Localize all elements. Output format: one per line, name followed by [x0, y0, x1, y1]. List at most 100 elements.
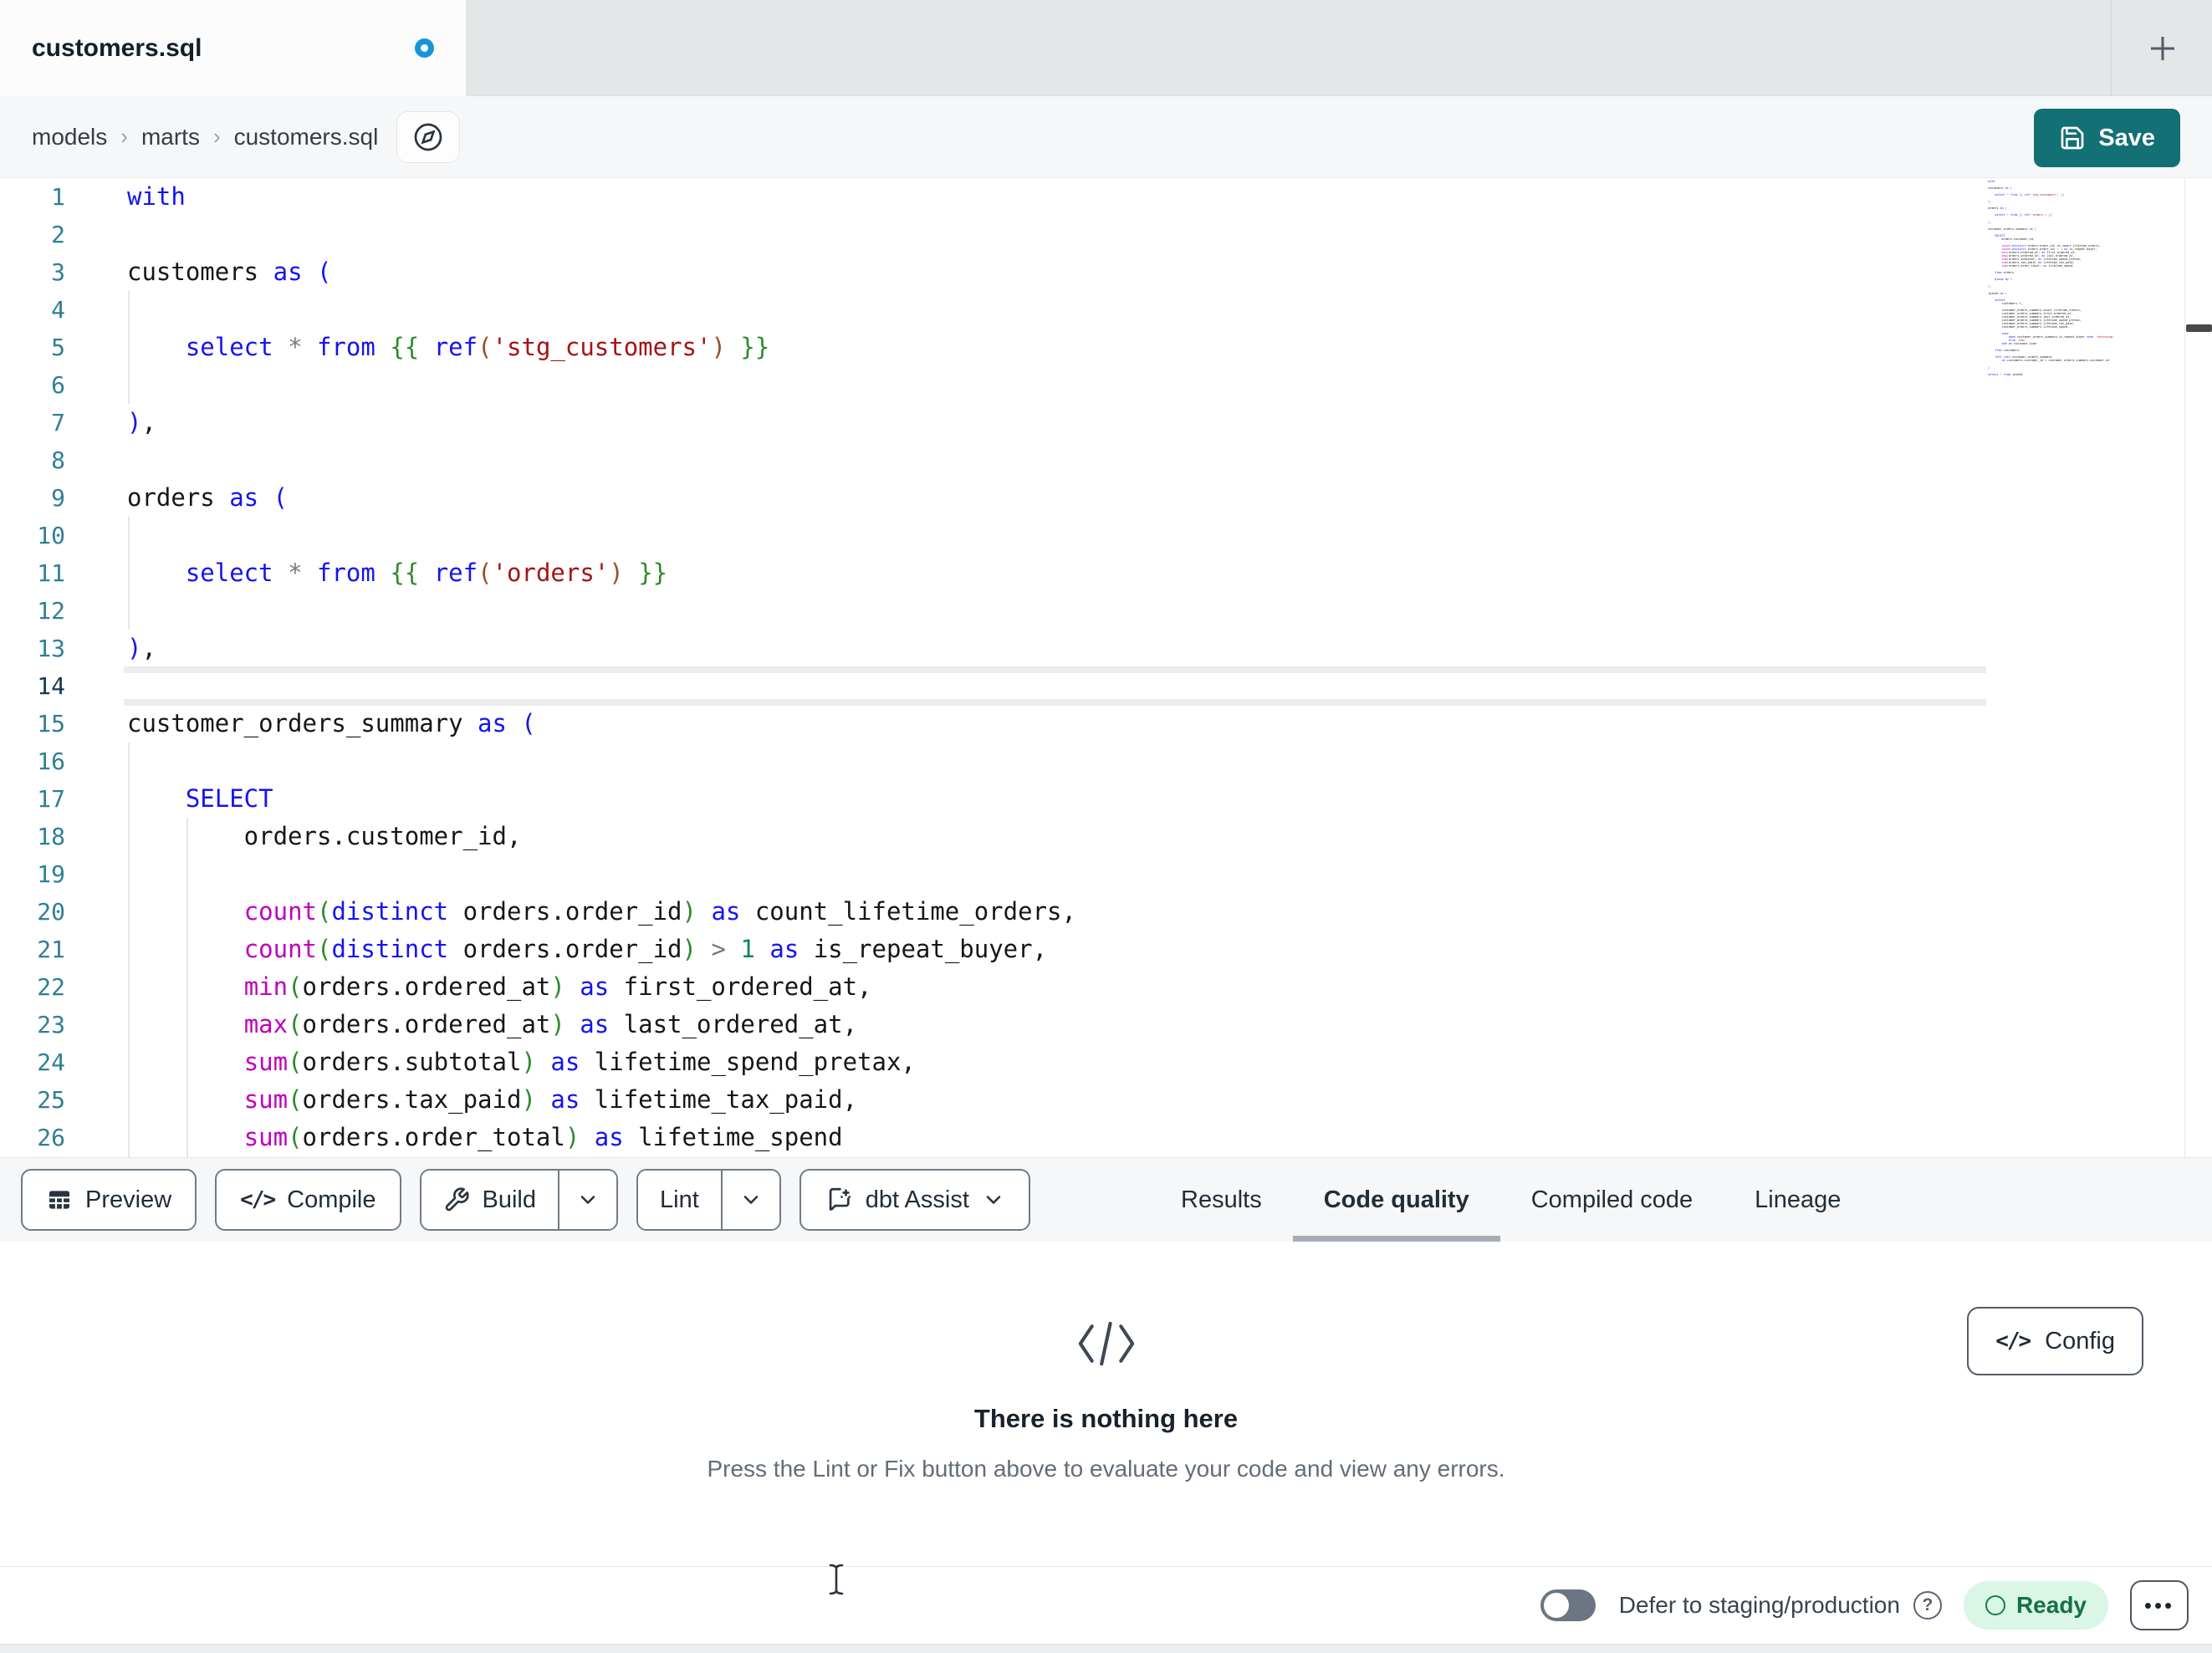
dbt-assist-button[interactable]: dbt Assist: [799, 1169, 1030, 1231]
chevron-down-icon: [576, 1188, 600, 1212]
more-options-button[interactable]: •••: [2130, 1580, 2189, 1630]
line-number[interactable]: 10: [0, 517, 65, 554]
line-number[interactable]: 16: [0, 742, 65, 780]
code-brackets-icon: </>: [1995, 1329, 2031, 1354]
scrollbar-track-divider: [2184, 178, 2185, 1157]
line-number[interactable]: 14: [0, 667, 65, 705]
build-button[interactable]: Build: [421, 1171, 558, 1229]
code-line[interactable]: min(orders.ordered_at) as first_ordered_…: [127, 968, 1076, 1006]
code-line[interactable]: ),: [127, 404, 1076, 441]
line-number[interactable]: 23: [0, 1006, 65, 1043]
chat-sparkle-icon: [825, 1186, 853, 1214]
code-line[interactable]: [127, 291, 1076, 329]
config-button[interactable]: </> Config: [1967, 1307, 2143, 1375]
line-number[interactable]: 19: [0, 855, 65, 893]
ready-status-label: Ready: [2015, 1592, 2087, 1618]
config-button-label: Config: [2045, 1327, 2115, 1355]
line-number[interactable]: 9: [0, 479, 65, 517]
results-tab-results[interactable]: Results: [1150, 1158, 1293, 1242]
code-line[interactable]: sum(orders.tax_paid) as lifetime_tax_pai…: [127, 1081, 1076, 1119]
code-line[interactable]: max(orders.ordered_at) as last_ordered_a…: [127, 1006, 1076, 1043]
code-line[interactable]: select * from {{ ref('stg_customers') }}: [127, 329, 1076, 366]
chevron-right-icon: ›: [212, 124, 221, 149]
breadcrumb: models › marts › customers.sql Save: [0, 96, 2212, 178]
code-line[interactable]: orders as (: [127, 479, 1076, 517]
line-number[interactable]: 6: [0, 366, 65, 404]
line-number[interactable]: 3: [0, 253, 65, 291]
code-line[interactable]: select * from {{ ref('orders') }}: [127, 554, 1076, 592]
code-line[interactable]: customers as (: [127, 253, 1076, 291]
code-line[interactable]: sum(orders.subtotal) as lifetime_spend_p…: [127, 1043, 1076, 1081]
line-number[interactable]: 7: [0, 404, 65, 441]
code-line[interactable]: ),: [127, 630, 1076, 667]
code-line[interactable]: SELECT: [127, 780, 1076, 818]
code-line[interactable]: [127, 216, 1076, 253]
line-number[interactable]: 25: [0, 1081, 65, 1119]
build-dropdown-button[interactable]: [558, 1171, 616, 1229]
results-tab-code-quality[interactable]: Code quality: [1292, 1158, 1500, 1242]
code-line[interactable]: [127, 667, 1076, 705]
code-brackets-large-icon: [1075, 1319, 1138, 1369]
empty-state-title: There is nothing here: [973, 1404, 1239, 1433]
lint-button-label: Lint: [660, 1186, 699, 1213]
line-number[interactable]: 11: [0, 554, 65, 592]
line-number[interactable]: 13: [0, 630, 65, 667]
toggle-knob: [1543, 1593, 1569, 1618]
compass-icon: [413, 122, 443, 152]
line-number[interactable]: 5: [0, 329, 65, 366]
line-number[interactable]: 8: [0, 441, 65, 479]
code-line[interactable]: customer_orders_summary as (: [127, 705, 1076, 742]
file-tab-customers-sql[interactable]: customers.sql: [0, 0, 467, 96]
code-line[interactable]: with: [127, 178, 1076, 216]
line-number[interactable]: 22: [0, 968, 65, 1006]
code-quality-panel: There is nothing here Press the Lint or …: [0, 1242, 2212, 1566]
code-line[interactable]: [127, 441, 1076, 479]
line-number[interactable]: 17: [0, 780, 65, 818]
code-line[interactable]: orders.customer_id,: [127, 818, 1076, 855]
line-number[interactable]: 24: [0, 1043, 65, 1081]
editor-minimap[interactable]: with customers as ( select * from {{ ref…: [1988, 180, 2183, 376]
scrollbar-thumb[interactable]: [2186, 324, 2212, 332]
new-tab-button[interactable]: [2138, 23, 2188, 74]
code-content[interactable]: with customers as ( select * from {{ ref…: [127, 178, 1076, 1156]
code-line[interactable]: [127, 366, 1076, 404]
defer-label: Defer to staging/production: [1618, 1592, 1900, 1618]
breadcrumb-item-models[interactable]: models: [32, 124, 107, 151]
lint-button[interactable]: Lint: [638, 1171, 721, 1229]
tab-bar-divider: [2111, 0, 2112, 96]
defer-toggle[interactable]: [1540, 1589, 1596, 1621]
preview-button[interactable]: Preview: [21, 1169, 197, 1231]
code-line[interactable]: [127, 742, 1076, 780]
code-line[interactable]: [127, 592, 1076, 630]
code-line[interactable]: count(distinct orders.order_id) as count…: [127, 893, 1076, 931]
save-button[interactable]: Save: [2034, 109, 2180, 167]
compile-button[interactable]: </> Compile: [215, 1169, 401, 1231]
line-number[interactable]: 15: [0, 705, 65, 742]
plus-icon: [2147, 33, 2179, 64]
code-line[interactable]: sum(orders.order_total) as lifetime_spen…: [127, 1119, 1076, 1156]
code-line[interactable]: [127, 517, 1076, 554]
breadcrumb-item-file[interactable]: customers.sql: [234, 124, 379, 151]
dbt-ide-window: customers.sql models › marts › customers…: [0, 0, 2212, 1653]
results-tab-lineage[interactable]: Lineage: [1724, 1158, 1872, 1242]
code-line[interactable]: count(distinct orders.order_id) > 1 as i…: [127, 931, 1076, 968]
editor-toolbar: Preview </> Compile Build Lint dbt Assis…: [0, 1157, 2212, 1242]
help-icon[interactable]: ?: [1913, 1591, 1942, 1620]
line-number[interactable]: 21: [0, 931, 65, 968]
indent-guide: [128, 291, 130, 404]
line-number[interactable]: 12: [0, 592, 65, 630]
code-editor[interactable]: 1 2 3 4 5 6 7 8 9 10 11 12 13 14 15 16 17 18 19 20 21 22 23 24 2…: [0, 178, 2212, 1157]
line-number[interactable]: 20: [0, 893, 65, 931]
locate-in-file-tree-button[interactable]: [396, 110, 461, 163]
line-number[interactable]: 2: [0, 216, 65, 253]
line-number[interactable]: 18: [0, 818, 65, 855]
line-number[interactable]: 1: [0, 178, 65, 216]
code-line[interactable]: [127, 855, 1076, 893]
ellipsis-icon: •••: [2143, 1593, 2175, 1618]
breadcrumb-item-marts[interactable]: marts: [141, 124, 200, 151]
unsaved-changes-dot-icon: [415, 38, 434, 58]
results-tab-compiled-code[interactable]: Compiled code: [1500, 1158, 1724, 1242]
line-number[interactable]: 26: [0, 1119, 65, 1156]
lint-dropdown-button[interactable]: [720, 1171, 779, 1229]
line-number[interactable]: 4: [0, 291, 65, 329]
